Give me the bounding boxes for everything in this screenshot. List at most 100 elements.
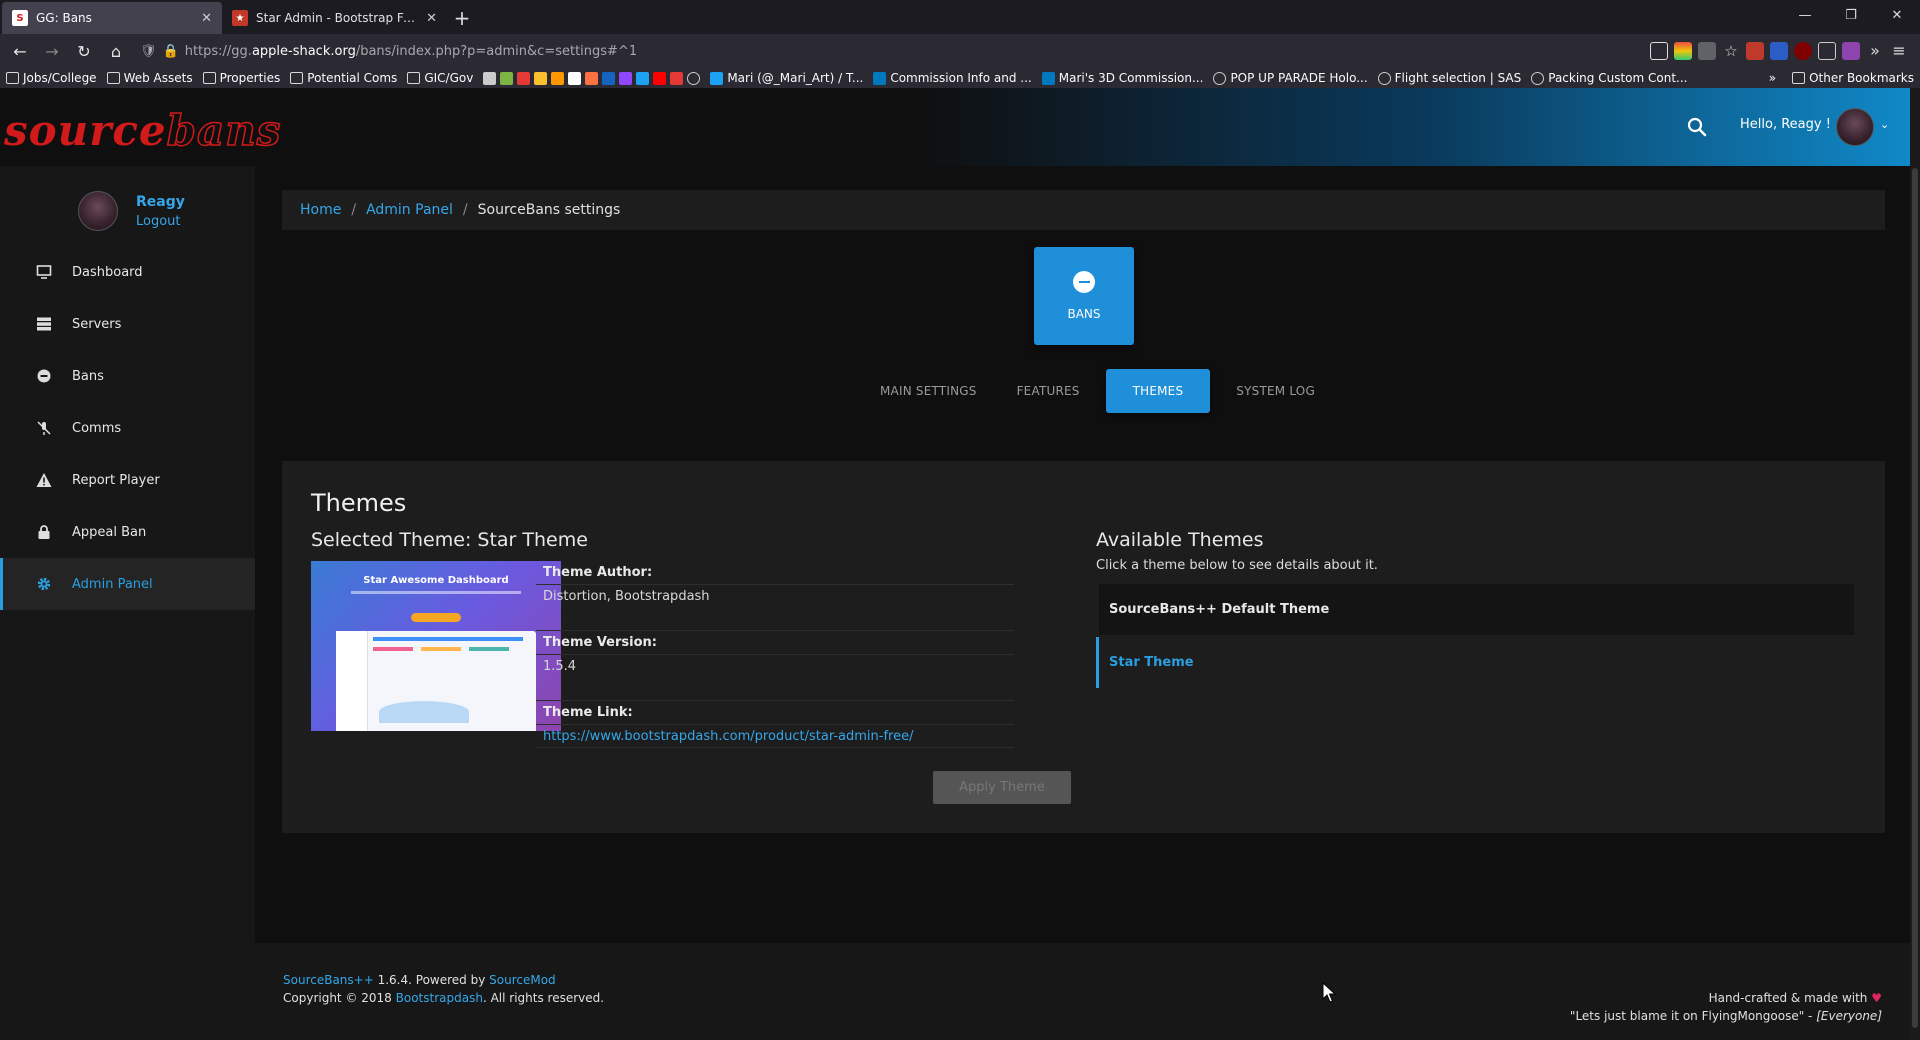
close-window-icon[interactable]: ✕ (1874, 0, 1920, 30)
twitter-icon[interactable] (636, 71, 650, 85)
bootstrapdash-link[interactable]: Bootstrapdash (396, 991, 483, 1005)
avatar[interactable] (1836, 108, 1874, 146)
bookmark-link[interactable]: Flight selection | SAS (1377, 71, 1521, 85)
bookmark-link[interactable]: POP UP PARADE Holo... (1213, 71, 1368, 85)
preview-bar (373, 637, 523, 641)
breadcrumb-separator: / (462, 202, 468, 218)
warning-icon (36, 472, 52, 488)
bookmark-icon[interactable] (585, 71, 599, 85)
extension-icon[interactable] (1842, 42, 1860, 60)
scrollbar-thumb[interactable] (1912, 168, 1918, 1028)
bookmark-icon[interactable] (551, 71, 565, 85)
bookmark-folder[interactable]: Potential Coms (290, 71, 397, 85)
tab-main-settings[interactable]: MAIN SETTINGS (860, 369, 997, 413)
theme-author-value: Distortion, Bootstrapdash (543, 589, 710, 604)
apply-theme-button[interactable]: Apply Theme (933, 771, 1071, 804)
tab-themes[interactable]: THEMES (1105, 369, 1211, 413)
extension-icon[interactable] (1674, 42, 1692, 60)
sidebar-item-bans[interactable]: Bans (0, 350, 255, 402)
tab-features[interactable]: FEATURES (997, 369, 1100, 413)
page-title: Themes (311, 489, 407, 517)
other-bookmarks[interactable]: Other Bookmarks (1792, 71, 1914, 85)
bookmark-link[interactable]: Mari's 3D Commission... (1041, 71, 1203, 85)
heart-icon: ♥ (1871, 991, 1882, 1005)
bookmark-link[interactable]: Packing Custom Cont... (1531, 71, 1687, 85)
theme-link[interactable]: https://www.bootstrapdash.com/product/st… (536, 725, 1014, 748)
globe-icon[interactable] (687, 71, 701, 85)
browser-tab-active[interactable]: S GG: Bans ✕ (2, 2, 222, 34)
sidebar-item-report-player[interactable]: Report Player (0, 454, 255, 506)
close-tab-icon[interactable]: ✕ (201, 11, 212, 26)
bookmark-folder[interactable]: Properties (202, 71, 280, 85)
search-icon[interactable] (1685, 115, 1709, 139)
bookmarks-overflow-icon[interactable]: » (1769, 71, 1776, 85)
bookmark-icon[interactable] (602, 71, 616, 85)
ublock-icon[interactable] (1794, 42, 1812, 60)
bookmark-star-icon[interactable]: ☆ (1722, 42, 1740, 60)
extension-icon[interactable] (1818, 42, 1836, 60)
avatar[interactable] (78, 191, 118, 231)
bookmark-folder[interactable]: Jobs/College (6, 71, 97, 85)
theme-list-item[interactable]: SourceBans++ Default Theme (1096, 584, 1854, 635)
bookmark-icon[interactable] (534, 71, 548, 85)
sourcebans-logo[interactable]: sourcebans (4, 105, 281, 156)
lock-icon[interactable]: 🔒 (163, 44, 179, 59)
preview-bar (373, 647, 413, 651)
sidebar: Reagy Logout Dashboard Servers Bans Comm… (0, 166, 255, 1040)
sidebar-item-appeal-ban[interactable]: Appeal Ban (0, 506, 255, 558)
bookmark-link[interactable]: Mari (@_Mari_Art) / T... (710, 71, 863, 85)
home-icon[interactable]: ⌂ (102, 37, 130, 65)
sidebar-item-admin-panel[interactable]: Admin Panel (0, 558, 255, 610)
menu-icon[interactable]: ≡ (1890, 42, 1908, 60)
restore-icon[interactable]: ❐ (1828, 0, 1874, 30)
sidebar-item-comms[interactable]: Comms (0, 402, 255, 454)
bookmarks-bar: Jobs/College Web Assets Properties Poten… (0, 68, 1920, 88)
sidebar-item-servers[interactable]: Servers (0, 298, 255, 350)
close-tab-icon[interactable]: ✕ (426, 11, 437, 26)
profile-username[interactable]: Reagy (136, 194, 185, 210)
minimize-icon[interactable]: — (1782, 0, 1828, 30)
theme-list-item-selected[interactable]: Star Theme (1096, 637, 1854, 688)
youtube-icon[interactable] (653, 71, 667, 85)
footer-quote: "Lets just blame it on FlyingMongoose" -… (1569, 1009, 1882, 1023)
mail-extension-icon[interactable] (1746, 42, 1764, 60)
logout-link[interactable]: Logout (136, 214, 185, 229)
sidebar-item-label: Dashboard (72, 264, 143, 280)
bookmark-icon[interactable] (483, 71, 497, 85)
extension-icon[interactable] (1770, 42, 1788, 60)
browser-tab[interactable]: ★ Star Admin - Bootstrap Free Adm ✕ (222, 2, 447, 34)
bookmark-folder[interactable]: Web Assets (106, 71, 193, 85)
sourcebans-link[interactable]: SourceBans++ (283, 973, 374, 987)
overflow-chevron-icon[interactable]: » (1866, 42, 1884, 60)
chevron-down-icon[interactable]: ⌄ (1880, 118, 1889, 131)
reader-view-icon[interactable] (1650, 42, 1668, 60)
bookmark-folder[interactable]: GIC/Gov (407, 71, 473, 85)
bookmark-icon[interactable] (670, 71, 684, 85)
breadcrumb-admin-panel[interactable]: Admin Panel (366, 202, 453, 218)
folder-icon (6, 72, 19, 84)
sourcemod-link[interactable]: SourceMod (489, 973, 556, 987)
twitch-icon[interactable] (619, 71, 633, 85)
back-icon[interactable]: ← (6, 37, 34, 65)
sidebar-item-dashboard[interactable]: Dashboard (0, 246, 255, 298)
breadcrumb-home[interactable]: Home (300, 202, 341, 218)
reload-icon[interactable]: ↻ (70, 37, 98, 65)
twitter-icon (710, 71, 724, 85)
available-themes-title: Available Themes (1096, 529, 1264, 551)
window-controls: — ❐ ✕ (1782, 0, 1920, 30)
new-tab-button[interactable]: + (447, 2, 477, 34)
url-bar[interactable]: 🛡 🔒 https://gg.apple-shack.org/bans/inde… (134, 37, 1646, 65)
translate-icon[interactable] (1698, 42, 1716, 60)
user-greeting[interactable]: Hello, Reagy ! (1740, 117, 1831, 132)
folder-icon (1792, 72, 1806, 84)
bookmark-icon[interactable] (500, 71, 514, 85)
ban-icon (1073, 271, 1095, 293)
forward-icon[interactable]: → (38, 37, 66, 65)
bans-section-card[interactable]: BANS (1034, 247, 1134, 345)
bookmark-icon[interactable] (517, 71, 531, 85)
amazon-icon[interactable] (568, 71, 582, 85)
shield-icon[interactable]: 🛡 (140, 44, 157, 59)
bookmark-link[interactable]: Commission Info and ... (873, 71, 1032, 85)
themes-panel: Themes Selected Theme: Star Theme Star A… (282, 461, 1885, 833)
tab-system-log[interactable]: SYSTEM LOG (1216, 369, 1335, 413)
